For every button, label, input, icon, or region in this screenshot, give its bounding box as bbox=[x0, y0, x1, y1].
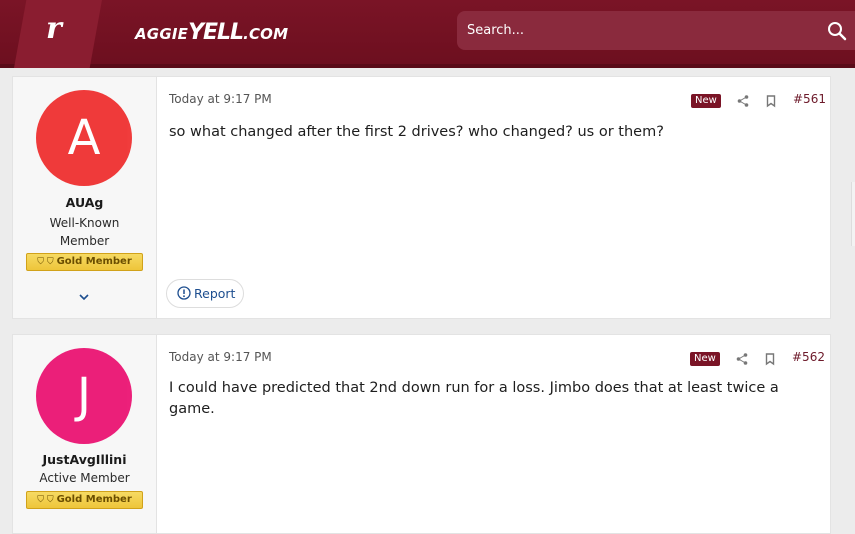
report-icon bbox=[177, 286, 191, 300]
user-title: Active Member bbox=[39, 471, 130, 485]
post: J JustAvgIllini Active Member ⛉ ⛉ Gold Me… bbox=[12, 334, 831, 534]
username[interactable]: JustAvgIllini bbox=[13, 452, 156, 467]
share-icon[interactable] bbox=[736, 94, 750, 108]
avatar[interactable]: J bbox=[36, 348, 132, 444]
post-number[interactable]: #562 bbox=[792, 350, 825, 364]
chevron-down-icon[interactable] bbox=[77, 290, 91, 304]
username[interactable]: AUAg bbox=[13, 195, 156, 210]
user-title: Well-Known Member bbox=[49, 216, 120, 248]
site-name[interactable]: AGGIEYELL.COM bbox=[135, 20, 288, 45]
badge-label: Gold Member bbox=[56, 256, 132, 267]
site-name-main: YELL bbox=[188, 20, 244, 45]
badge-label: Gold Member bbox=[56, 494, 132, 505]
post-number[interactable]: #561 bbox=[793, 92, 826, 106]
report-label: Report bbox=[194, 286, 236, 301]
site-name-suffix: .COM bbox=[243, 25, 289, 43]
post: A AUAg Well-Known Member ⛉ ⛉ Gold Member … bbox=[12, 76, 831, 319]
search-box bbox=[457, 11, 855, 50]
user-info: A AUAg Well-Known Member ⛉ ⛉ Gold Member bbox=[13, 77, 157, 318]
gold-member-badge: ⛉ ⛉ Gold Member bbox=[26, 491, 143, 509]
avatar[interactable]: A bbox=[36, 90, 132, 186]
bookmark-icon[interactable] bbox=[764, 94, 778, 108]
post-body: I could have predicted that 2nd down run… bbox=[169, 380, 779, 417]
share-icon[interactable] bbox=[735, 352, 749, 366]
shield-icon: ⛉ ⛉ bbox=[37, 257, 54, 267]
site-name-prefix: AGGIE bbox=[135, 25, 189, 43]
gold-member-badge: ⛉ ⛉ Gold Member bbox=[26, 253, 143, 271]
site-logo[interactable]: r bbox=[46, 12, 62, 46]
new-badge: New bbox=[691, 94, 721, 108]
post-date[interactable]: Today at 9:17 PM bbox=[169, 92, 272, 106]
bookmark-icon[interactable] bbox=[763, 352, 777, 366]
report-button[interactable]: Report bbox=[166, 279, 244, 308]
shield-icon: ⛉ ⛉ bbox=[37, 495, 54, 505]
post-body: so what changed after the first 2 drives… bbox=[169, 124, 664, 140]
new-badge: New bbox=[690, 352, 720, 366]
user-info: J JustAvgIllini Active Member ⛉ ⛉ Gold Me… bbox=[13, 335, 157, 533]
search-input[interactable] bbox=[457, 11, 817, 50]
post-date[interactable]: Today at 9:17 PM bbox=[169, 350, 272, 364]
search-icon[interactable] bbox=[827, 21, 847, 41]
site-header: r AGGIEYELL.COM bbox=[0, 0, 855, 68]
sidebar-edge bbox=[851, 182, 855, 246]
